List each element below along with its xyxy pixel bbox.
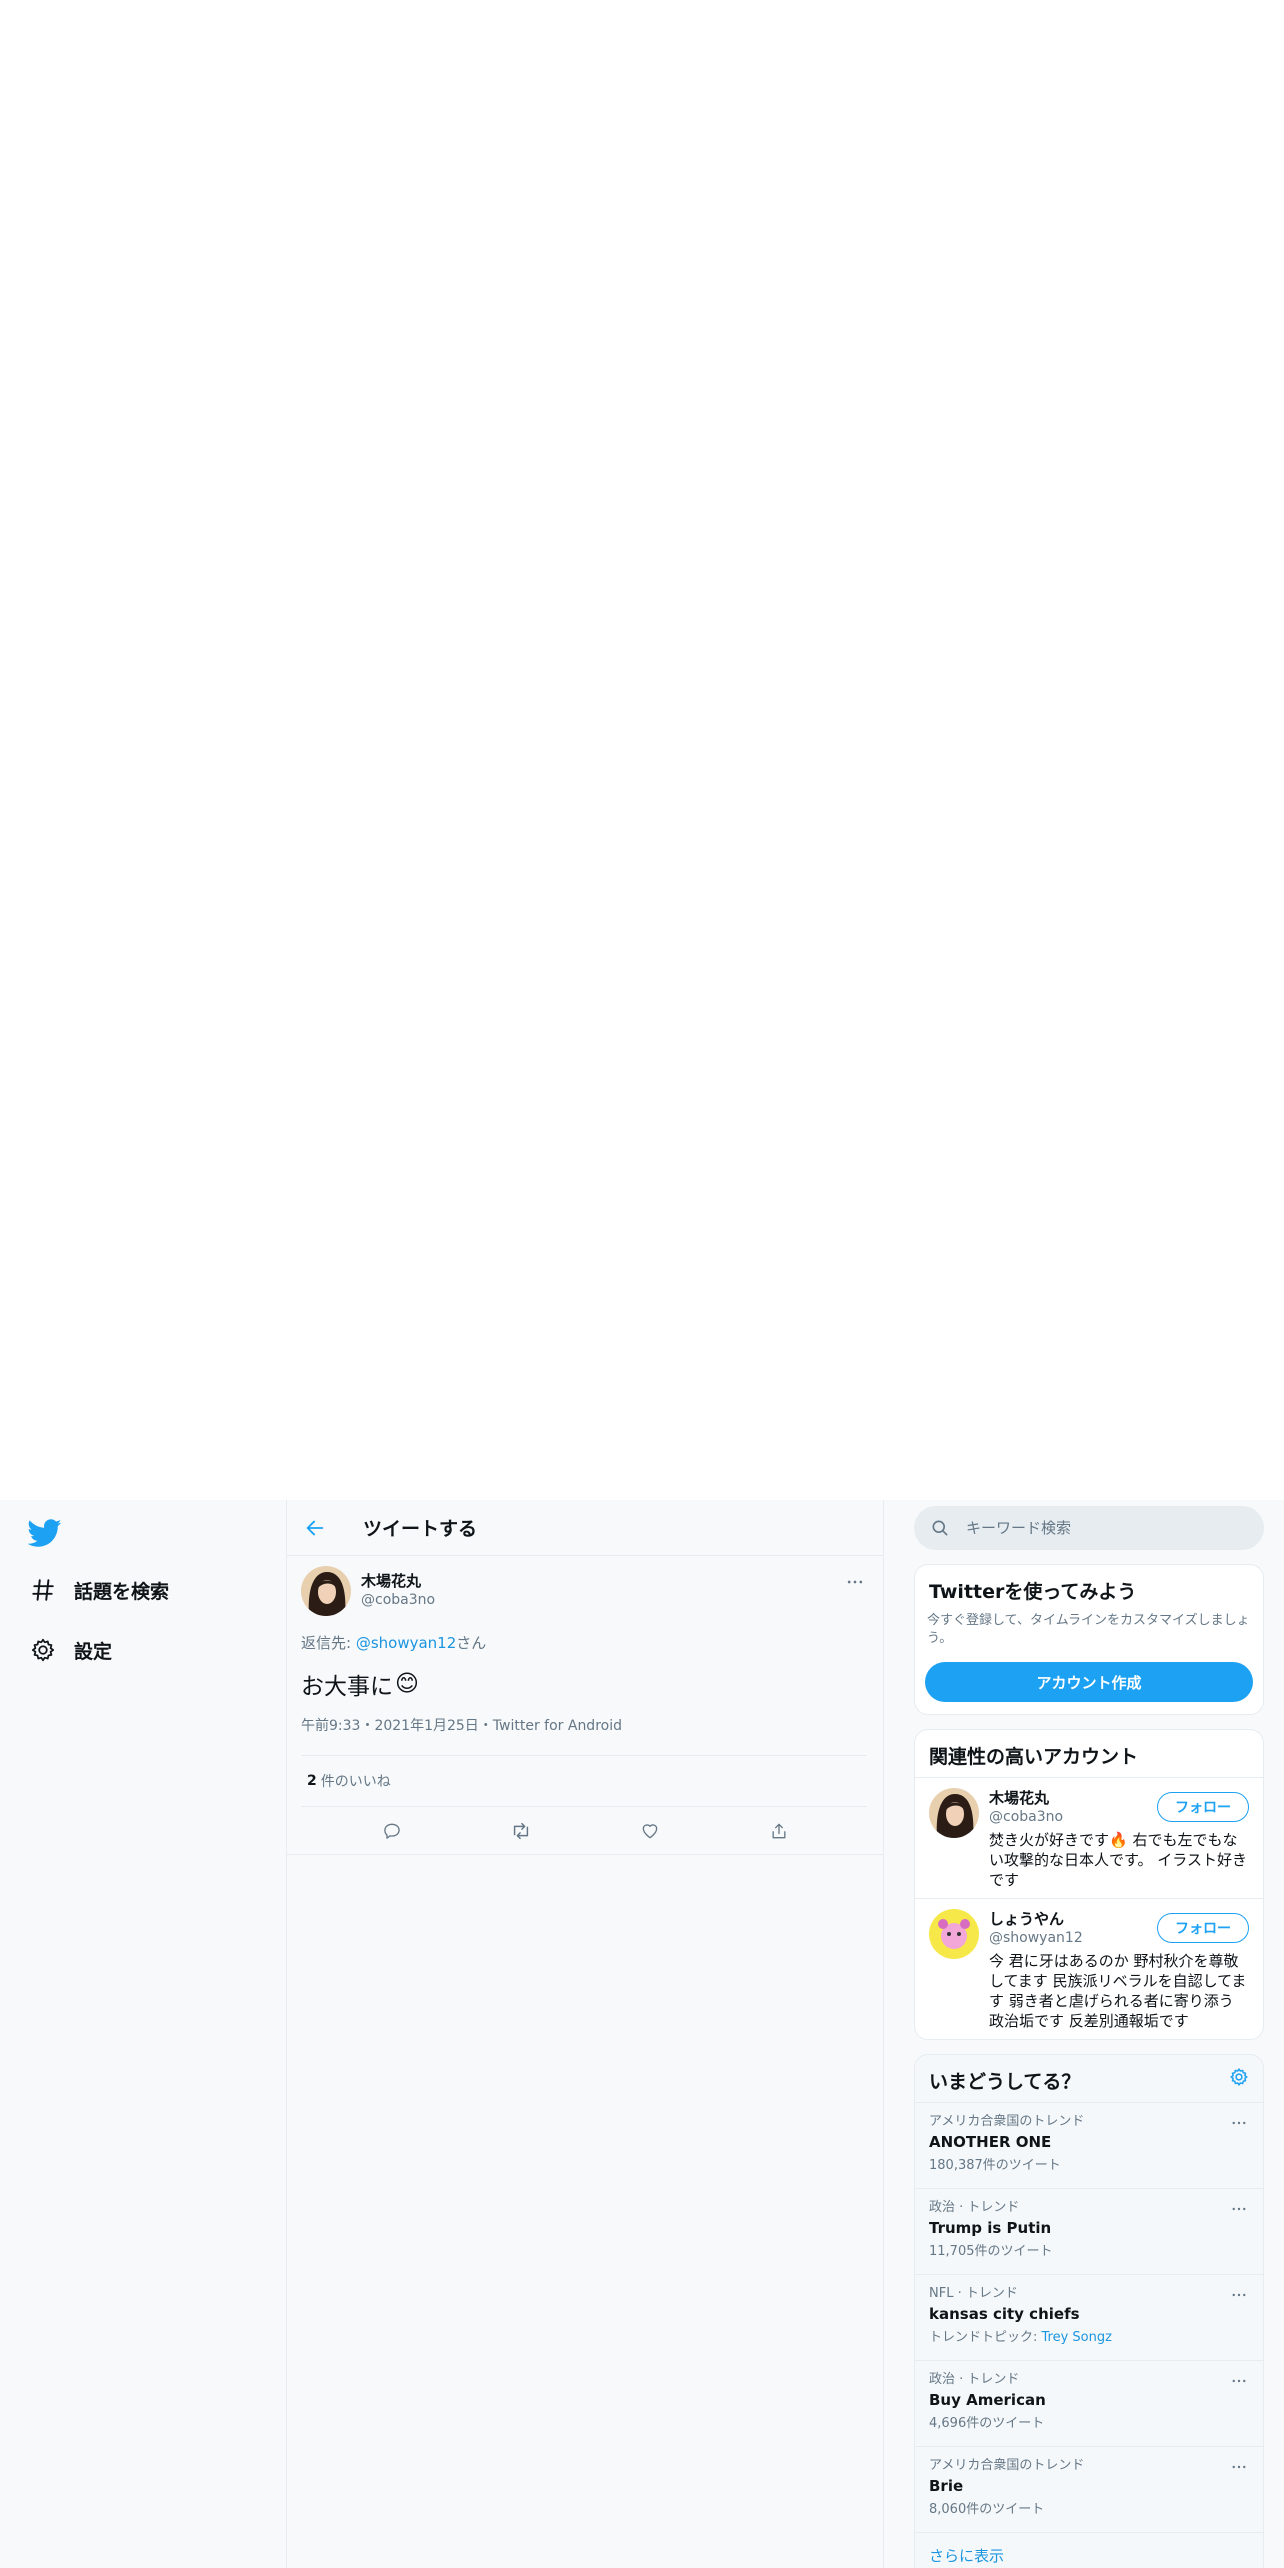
tweet-timestamp[interactable]: 午前9:33・2021年1月25日・Twitter for Android — [301, 1715, 867, 1756]
tweet-author-handle[interactable]: @coba3no — [361, 1591, 435, 1609]
account-row[interactable]: 木場花丸 @coba3no 焚き火が好きです🔥 右でも左でもない攻撃的な日本人で… — [915, 1777, 1263, 1898]
more-options-icon[interactable] — [1227, 2111, 1251, 2135]
trend-count: 8,060件のツイート — [929, 2502, 1045, 2517]
nav-explore-label: 話題を検索 — [74, 1580, 170, 1603]
nav-explore[interactable]: 話題を検索 — [28, 1568, 169, 1612]
related-accounts-title: 関連性の高いアカウント — [929, 1746, 1139, 1768]
account-row[interactable]: しょうやん @showyan12 今 君に牙はあるのか 野村秋介を尊敬してます … — [915, 1898, 1263, 2039]
trend-count: 11,705件のツイート — [929, 2244, 1053, 2259]
reply-to-prefix: 返信先: — [301, 1634, 356, 1652]
show-more-link[interactable]: さらに表示 — [915, 2532, 1263, 2568]
trend-name: kansas city chiefs — [929, 2305, 1080, 2323]
more-options-icon[interactable] — [843, 1570, 867, 1594]
search-icon — [930, 1518, 950, 1538]
reply-to-suffix: さん — [456, 1634, 487, 1652]
trends-settings-gear-icon[interactable] — [1229, 2067, 1249, 2091]
reply-to-handle-link[interactable]: @showyan12 — [356, 1634, 456, 1652]
account-bio: 今 君に牙はあるのか 野村秋介を尊敬してます 民族派リベラルを自認してます 弱き… — [989, 1952, 1247, 2030]
more-options-icon[interactable] — [1227, 2283, 1251, 2307]
trend-context: NFL · トレンド — [929, 2286, 1018, 2301]
trends-title: いまどうしてる？ — [929, 2071, 1081, 2093]
likes-count: 2 — [307, 1773, 317, 1789]
trend-context: アメリカ合衆国のトレンド — [929, 2458, 1085, 2473]
tweet-author-name[interactable]: 木場花丸 — [361, 1572, 435, 1591]
trend-item[interactable]: アメリカ合衆国のトレンド Brie 8,060件のツイート — [915, 2446, 1263, 2532]
left-nav: 話題を検索 設定 — [0, 1500, 286, 2568]
avatar[interactable] — [929, 1909, 979, 1959]
trend-count: トレンドトピック: Trey Songz — [929, 2329, 1249, 2347]
twitter-logo-icon[interactable] — [27, 1516, 62, 1550]
share-icon[interactable] — [761, 1813, 797, 1849]
trend-name: Buy American — [929, 2391, 1046, 2409]
smiling-face-emoji-icon: 😊 — [395, 1671, 419, 1697]
reply-to: 返信先: @showyan12さん — [301, 1632, 867, 1653]
more-options-icon[interactable] — [1227, 2455, 1251, 2479]
follow-button[interactable]: フォロー — [1157, 1792, 1249, 1822]
trend-context: アメリカ合衆国のトレンド — [929, 2114, 1085, 2129]
more-options-icon[interactable] — [1227, 2197, 1251, 2221]
avatar[interactable] — [929, 1788, 979, 1838]
related-accounts-card: 関連性の高いアカウント 木場花丸 @coba3no 焚き火が好きです🔥 右でも左… — [914, 1729, 1264, 2040]
account-bio: 焚き火が好きです🔥 右でも左でもない攻撃的な日本人です。 イラスト好きです — [989, 1831, 1247, 1889]
nav-settings[interactable]: 設定 — [28, 1628, 112, 1672]
trend-item[interactable]: NFL · トレンド kansas city chiefs トレンドトピック: … — [915, 2274, 1263, 2360]
likes-label: 件のいいね — [320, 1774, 391, 1790]
tweet: 木場花丸 @coba3no 返信先: @showyan12さん お大事に 😊 午… — [287, 1556, 883, 1855]
search-bar[interactable] — [914, 1506, 1264, 1550]
follow-button[interactable]: フォロー — [1157, 1913, 1249, 1943]
search-input[interactable] — [966, 1519, 1226, 1537]
main-column: ツイートする 木場花丸 @coba3no 返信先: @showyan12さん お… — [286, 1500, 884, 2568]
more-options-icon[interactable] — [1227, 2369, 1251, 2393]
nav-settings-label: 設定 — [74, 1640, 113, 1663]
like-heart-icon[interactable] — [632, 1813, 668, 1849]
trend-count: 4,696件のツイート — [929, 2416, 1045, 2431]
trend-topic-link[interactable]: Trey Songz — [1042, 2330, 1112, 2345]
trend-item[interactable]: アメリカ合衆国のトレンド ANOTHER ONE 180,387件のツイート — [915, 2102, 1263, 2188]
tweet-header: 木場花丸 @coba3no — [301, 1566, 867, 1624]
trend-context: 政治 · トレンド — [929, 2200, 1020, 2215]
trends-card: いまどうしてる？ アメリカ合衆国のトレンド ANOTHER ONE 180,38… — [914, 2054, 1264, 2568]
signup-description: 今すぐ登録して、タイムラインをカスタマイズしましょう。 — [927, 1613, 1250, 1646]
hashtag-icon — [28, 1575, 58, 1605]
create-account-button[interactable]: アカウント作成 — [925, 1662, 1253, 1702]
gear-icon — [28, 1635, 58, 1665]
trend-name: Trump is Putin — [929, 2219, 1052, 2237]
trend-topic-label: トレンドトピック: — [929, 2330, 1042, 2345]
back-arrow-icon[interactable] — [303, 1516, 327, 1540]
tweet-likes[interactable]: 2 件のいいね — [301, 1756, 867, 1807]
avatar[interactable] — [301, 1566, 351, 1616]
trend-item[interactable]: 政治 · トレンド Buy American 4,696件のツイート — [915, 2360, 1263, 2446]
trend-count: 180,387件のツイート — [929, 2158, 1061, 2173]
tweet-text: お大事に 😊 — [301, 1667, 867, 1701]
trend-context: 政治 · トレンド — [929, 2372, 1020, 2387]
retweet-icon[interactable] — [503, 1813, 539, 1849]
page: 話題を検索 設定 ツイートする 木場花丸 @coba3no 返信先: @show… — [0, 1500, 1284, 2568]
trend-name: Brie — [929, 2477, 964, 2495]
trend-item[interactable]: 政治 · トレンド Trump is Putin 11,705件のツイート — [915, 2188, 1263, 2274]
tweet-text-body: お大事に — [301, 1674, 393, 1700]
page-title: ツイートする — [363, 1518, 478, 1540]
trend-name: ANOTHER ONE — [929, 2133, 1052, 2151]
right-sidebar: Twitterを使ってみよう 今すぐ登録して、タイムラインをカスタマイズしましょ… — [914, 1500, 1264, 2568]
reply-icon[interactable] — [374, 1813, 410, 1849]
signup-title: Twitterを使ってみよう — [929, 1581, 1137, 1603]
tweet-actions — [287, 1807, 883, 1855]
main-header: ツイートする — [287, 1500, 883, 1556]
signup-card: Twitterを使ってみよう 今すぐ登録して、タイムラインをカスタマイズしましょ… — [914, 1564, 1264, 1715]
